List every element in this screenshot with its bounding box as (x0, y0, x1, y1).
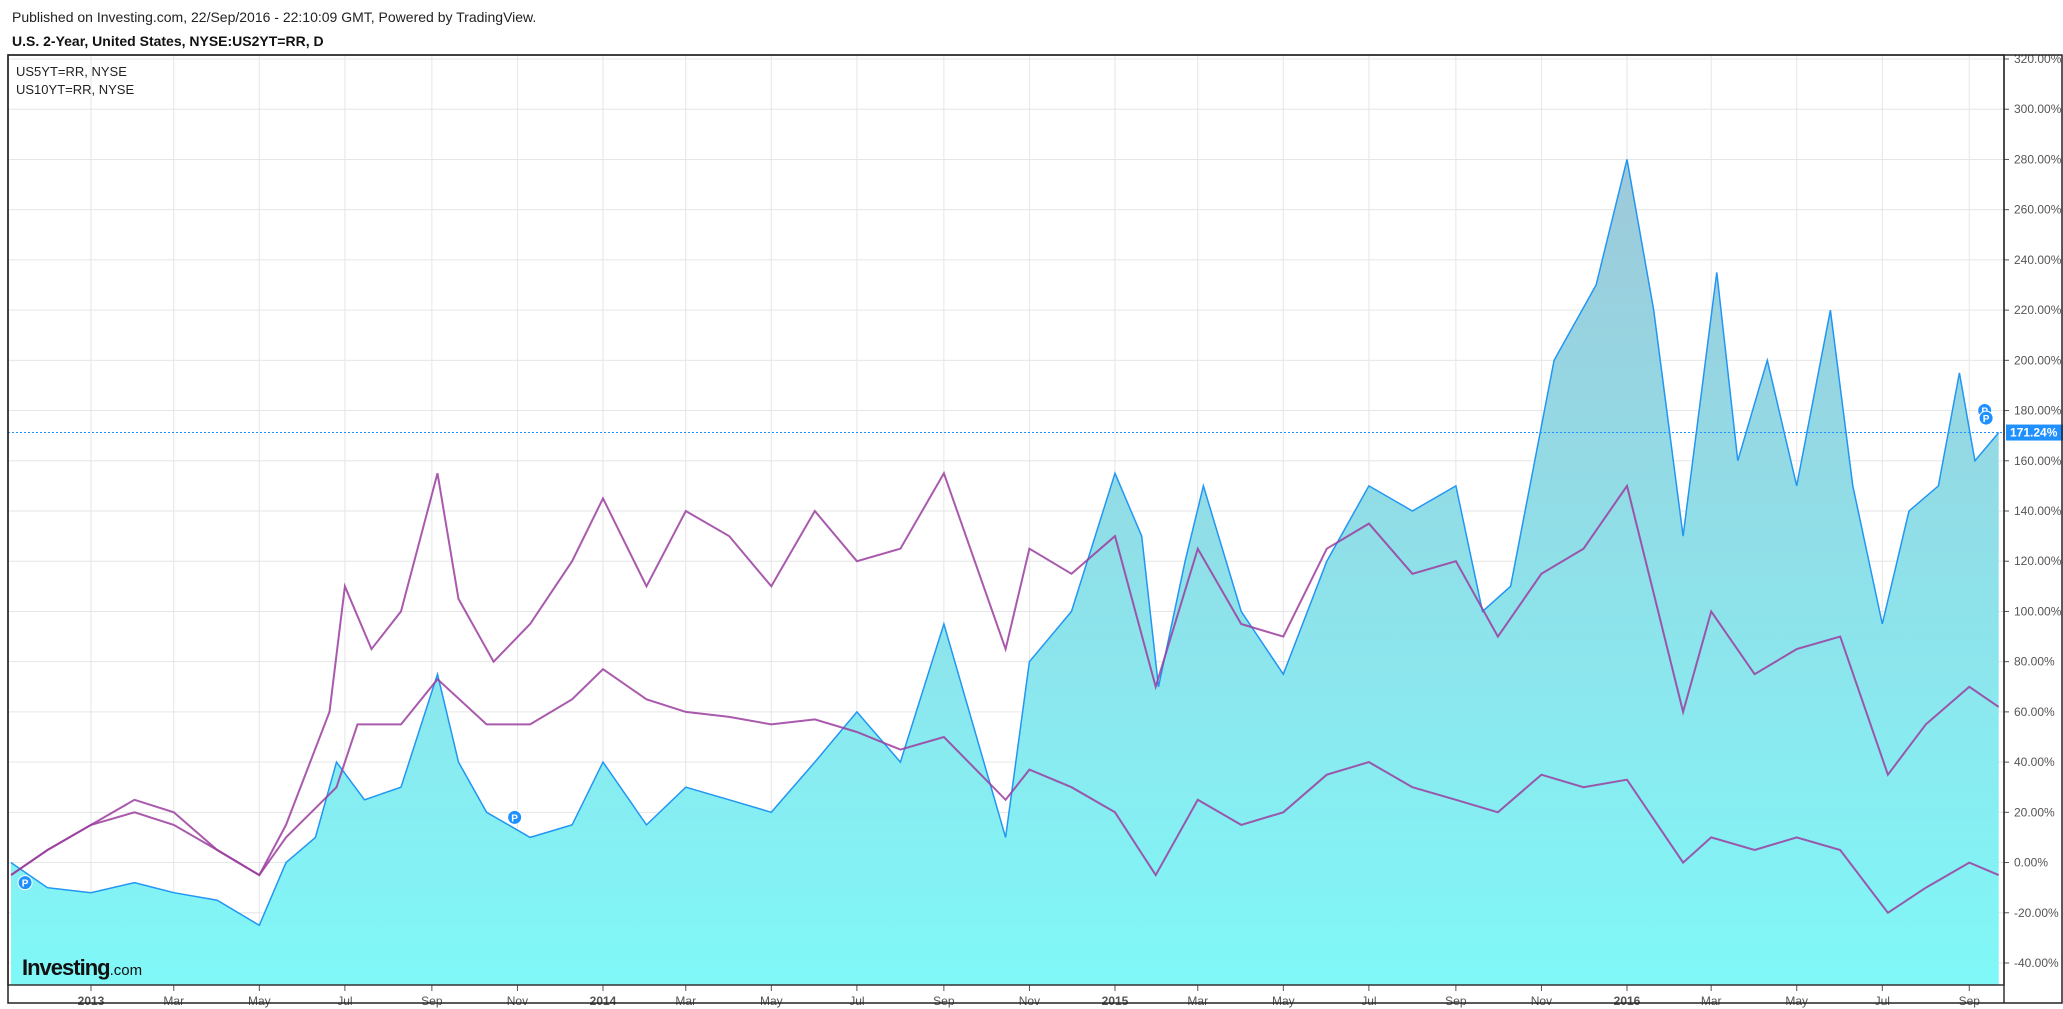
x-tick-label: 2013 (78, 994, 105, 1008)
x-tick-label: Mar (163, 994, 184, 1008)
y-tick-label: 0.00% (2014, 856, 2048, 870)
x-tick-label: Mar (1187, 994, 1208, 1008)
x-tick-label: Sep (421, 994, 443, 1008)
event-marker-label: P (22, 879, 29, 890)
x-tick-label: Sep (933, 994, 955, 1008)
x-tick-label: Nov (1531, 994, 1552, 1008)
x-tick-label: 2016 (1614, 994, 1641, 1008)
x-tick-label: Jul (337, 994, 352, 1008)
y-tick-label: 40.00% (2014, 755, 2055, 769)
y-tick-label: 300.00% (2014, 102, 2062, 116)
event-marker-label: P (1983, 414, 1990, 425)
x-tick-label: Mar (1701, 994, 1722, 1008)
legend-item-us5yt[interactable]: US5YT=RR, NYSE (16, 63, 134, 81)
y-tick-label: 140.00% (2014, 504, 2062, 518)
y-tick-label: 100.00% (2014, 604, 2062, 618)
y-tick-label: 120.00% (2014, 554, 2062, 568)
y-tick-label: 80.00% (2014, 655, 2055, 669)
event-marker-label: P (511, 813, 518, 824)
x-tick-label: May (760, 994, 783, 1008)
x-tick-label: Nov (1019, 994, 1040, 1008)
investing-logo: Investing.com (22, 955, 143, 980)
y-tick-label: -20.00% (2014, 906, 2059, 920)
y-tick-label: 160.00% (2014, 454, 2062, 468)
x-tick-label: May (1272, 994, 1295, 1008)
y-tick-label: -40.00% (2014, 956, 2059, 970)
y-tick-label: 220.00% (2014, 303, 2062, 317)
x-tick-label: Mar (675, 994, 696, 1008)
y-tick-label: 260.00% (2014, 203, 2062, 217)
x-tick-label: Jul (849, 994, 864, 1008)
x-tick-label: Nov (507, 994, 528, 1008)
y-tick-label: 200.00% (2014, 353, 2062, 367)
x-tick-label: 2014 (590, 994, 617, 1008)
x-tick-label: Sep (1959, 994, 1981, 1008)
y-tick-label: 180.00% (2014, 404, 2062, 418)
x-tick-label: 2015 (1102, 994, 1129, 1008)
y-tick-label: 280.00% (2014, 152, 2062, 166)
x-tick-label: Jul (1875, 994, 1890, 1008)
y-tick-label: 60.00% (2014, 705, 2055, 719)
x-tick-label: May (1785, 994, 1808, 1008)
legend-item-us10yt[interactable]: US10YT=RR, NYSE (16, 81, 134, 99)
y-tick-label: 240.00% (2014, 253, 2062, 267)
y-tick-label: 20.00% (2014, 805, 2055, 819)
x-tick-label: Sep (1445, 994, 1467, 1008)
y-tick-label: 320.00% (2014, 52, 2062, 66)
x-tick-label: Jul (1361, 994, 1376, 1008)
area-fill-us2yt (11, 159, 1999, 985)
legend: US5YT=RR, NYSE US10YT=RR, NYSE (16, 63, 134, 99)
chart-canvas[interactable]: 320.00% 300.00% 280.00% 260.00% 240.00% 220.0… (0, 0, 2063, 1009)
x-tick-label: May (248, 994, 271, 1008)
last-value-label: 171.24% (2010, 426, 2058, 440)
